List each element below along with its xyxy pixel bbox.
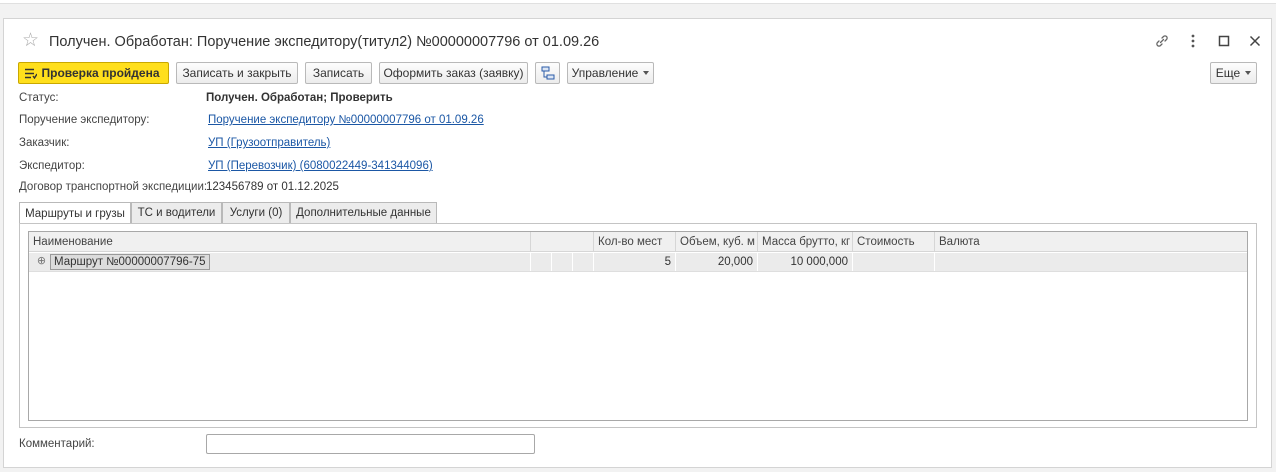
link-icon[interactable] bbox=[1152, 31, 1172, 51]
status-label: Статус: bbox=[19, 92, 59, 104]
cell-name: ⊕ Маршрут №00000007796-75 bbox=[29, 253, 531, 271]
order-link[interactable]: Поручение экспедитору №00000007796 от 01… bbox=[208, 114, 484, 126]
save-button[interactable]: Записать bbox=[305, 62, 372, 84]
comment-input[interactable] bbox=[206, 434, 535, 454]
tab-vehicles-drivers[interactable]: ТС и водители bbox=[131, 202, 222, 224]
contract-value: 123456789 от 01.12.2025 bbox=[206, 181, 339, 193]
document-window: ☆ Получен. Обработан: Поручение экспедит… bbox=[3, 18, 1272, 468]
column-header-volume[interactable]: Объем, куб. м bbox=[676, 232, 758, 252]
expand-icon[interactable]: ⊕ bbox=[36, 256, 47, 267]
more-vertical-icon[interactable] bbox=[1183, 31, 1203, 51]
make-order-button[interactable]: Оформить заказ (заявку) bbox=[379, 62, 528, 84]
column-header-name[interactable]: Наименование bbox=[29, 232, 531, 252]
route-name[interactable]: Маршрут №00000007796-75 bbox=[50, 254, 210, 270]
cell-weight: 10 000,000 bbox=[758, 253, 853, 271]
cell-places: 5 bbox=[594, 253, 676, 271]
cell-volume: 20,000 bbox=[676, 253, 758, 271]
contract-label: Договор транспортной экспедиции: bbox=[19, 181, 208, 193]
column-header-cost[interactable]: Стоимость bbox=[853, 232, 935, 252]
forwarder-link[interactable]: УП (Перевозчик) (6080022449-341344096) bbox=[208, 160, 433, 172]
cell-blank-1 bbox=[531, 253, 552, 271]
check-passed-label: Проверка пройдена bbox=[41, 66, 160, 80]
customer-label: Заказчик: bbox=[19, 137, 70, 149]
star-icon[interactable]: ☆ bbox=[22, 31, 42, 51]
command-bar: Проверка пройдена Записать и закрыть Зап… bbox=[18, 62, 1258, 84]
tab-additional-data[interactable]: Дополнительные данные bbox=[290, 202, 437, 224]
table-row[interactable]: ⊕ Маршрут №00000007796-75 5 20,000 10 00… bbox=[29, 253, 1247, 272]
more-label: Еще bbox=[1215, 66, 1241, 80]
check-passed-button[interactable]: Проверка пройдена bbox=[18, 62, 169, 84]
routes-table[interactable]: Наименование Кол-во мест Объем, куб. м М… bbox=[28, 231, 1248, 421]
column-header-currency[interactable]: Валюта bbox=[935, 232, 1247, 252]
cell-cost bbox=[853, 253, 935, 271]
tab-services[interactable]: Услуги (0) bbox=[222, 202, 290, 224]
column-header-blank[interactable] bbox=[531, 232, 594, 252]
management-dropdown[interactable]: Управление bbox=[567, 62, 654, 84]
table-header: Наименование Кол-во мест Объем, куб. м М… bbox=[29, 232, 1247, 252]
title-bar: ☆ Получен. Обработан: Поручение экспедит… bbox=[4, 19, 1271, 65]
window-title: Получен. Обработан: Поручение экспедитор… bbox=[49, 34, 600, 50]
cell-blank-2 bbox=[552, 253, 573, 271]
order-label: Поручение экспедитору: bbox=[19, 114, 150, 126]
customer-link[interactable]: УП (Грузоотправитель) bbox=[208, 137, 330, 149]
close-icon[interactable] bbox=[1245, 31, 1265, 51]
structure-button[interactable] bbox=[535, 62, 560, 84]
routes-tab-panel: Наименование Кол-во мест Объем, куб. м М… bbox=[19, 223, 1257, 428]
cell-currency bbox=[935, 253, 1247, 271]
save-and-close-button[interactable]: Записать и закрыть bbox=[176, 62, 298, 84]
status-value: Получен. Обработан; Проверить bbox=[206, 92, 393, 104]
structure-icon bbox=[541, 66, 555, 80]
management-label: Управление bbox=[571, 66, 639, 80]
maximize-icon[interactable] bbox=[1214, 31, 1234, 51]
chevron-down-icon bbox=[643, 71, 650, 75]
more-dropdown[interactable]: Еще bbox=[1210, 62, 1257, 84]
checklist-icon bbox=[25, 68, 38, 79]
cell-blank-3 bbox=[573, 253, 594, 271]
chevron-down-icon bbox=[1245, 71, 1252, 75]
tab-routes-cargo[interactable]: Маршруты и грузы bbox=[19, 202, 131, 225]
forwarder-label: Экспедитор: bbox=[19, 160, 85, 172]
column-header-places[interactable]: Кол-во мест bbox=[594, 232, 676, 252]
comment-label: Комментарий: bbox=[19, 438, 95, 450]
top-strip bbox=[0, 0, 1276, 4]
column-header-weight[interactable]: Масса брутто, кг bbox=[758, 232, 853, 252]
